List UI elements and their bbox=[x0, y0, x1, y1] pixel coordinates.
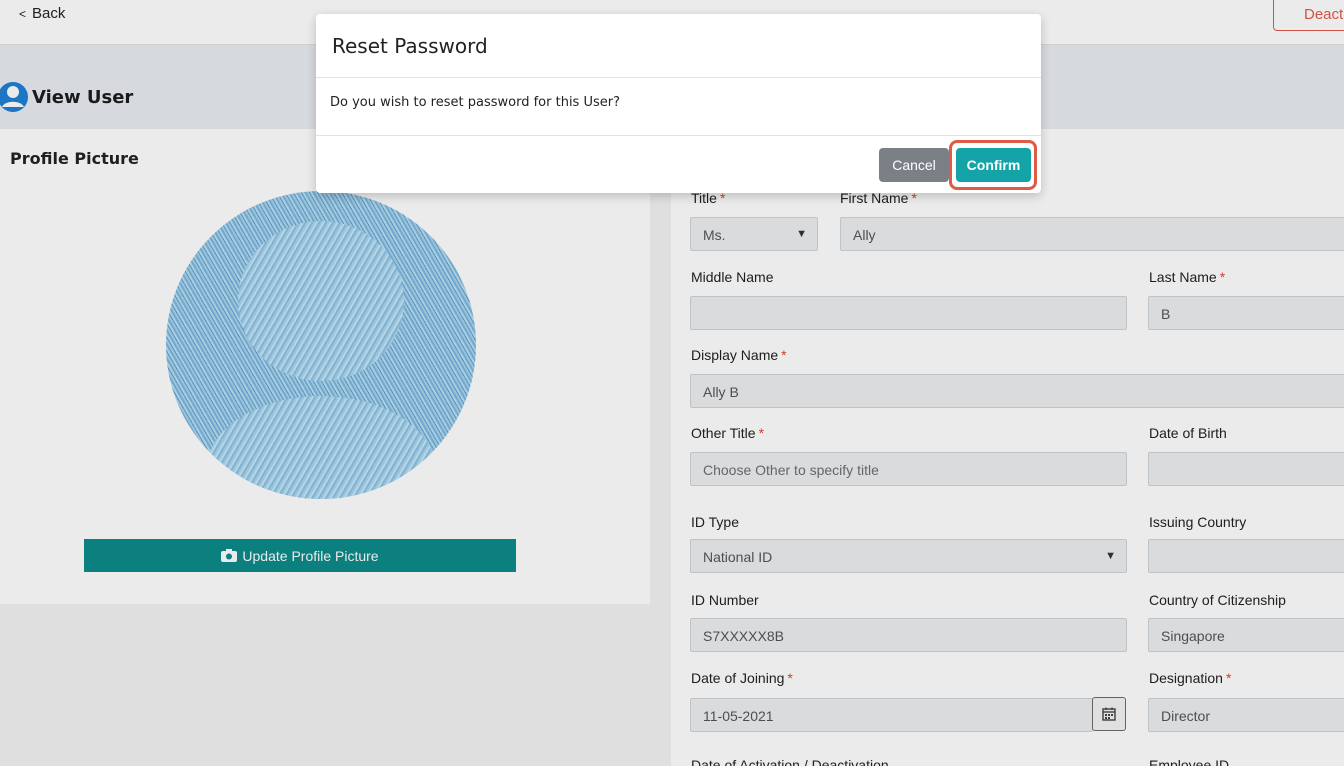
reset-password-dialog: Reset Password Do you wish to reset pass… bbox=[316, 14, 1041, 193]
dialog-title: Reset Password bbox=[332, 34, 488, 58]
confirm-button[interactable]: Confirm bbox=[956, 148, 1031, 182]
dialog-message: Do you wish to reset password for this U… bbox=[330, 95, 620, 110]
dialog-divider bbox=[316, 77, 1041, 78]
cancel-button[interactable]: Cancel bbox=[879, 148, 949, 182]
dialog-divider bbox=[316, 135, 1041, 136]
